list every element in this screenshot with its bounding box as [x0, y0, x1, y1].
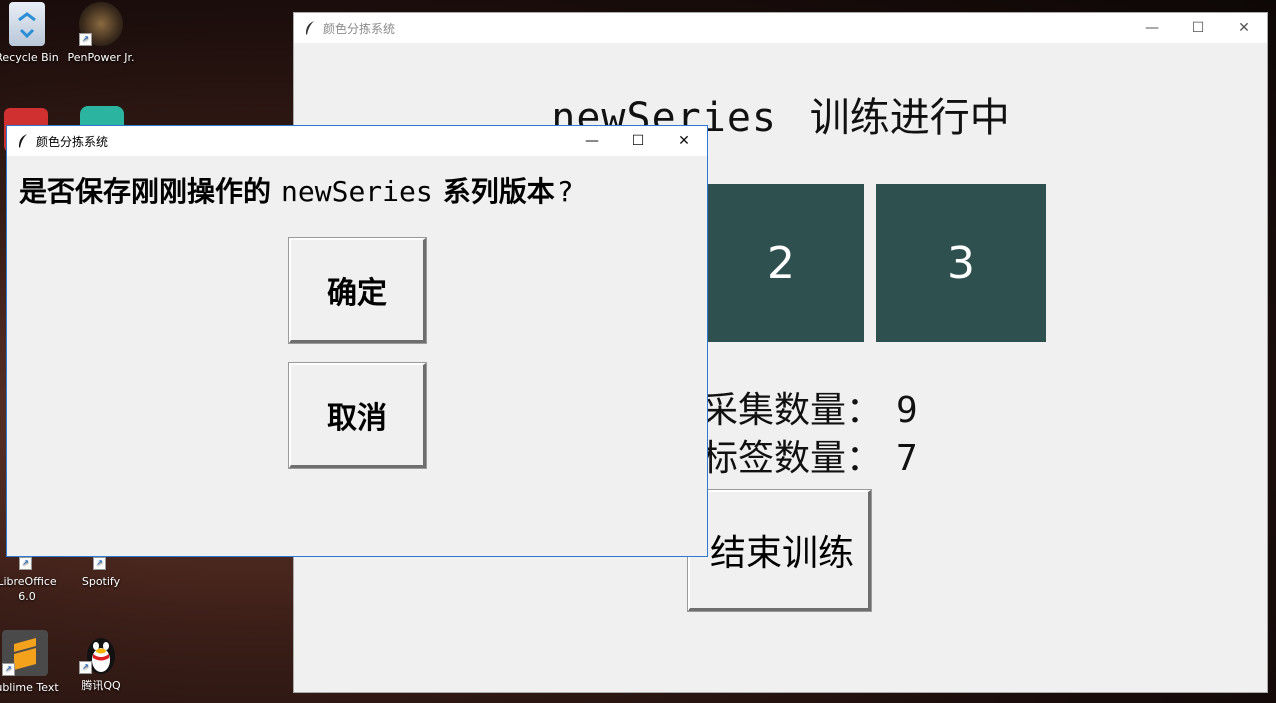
recycle-bin-icon	[9, 2, 45, 46]
collect-count-value: 9	[896, 390, 918, 431]
save-confirm-dialog: 颜色分拣系统 — ☐ ✕ 是否保存刚刚操作的 newSeries 系列版本? 确定 …	[6, 125, 708, 557]
sublime-text-icon: ↗	[2, 630, 48, 676]
tag-count-value: 7	[896, 438, 918, 479]
title-bar[interactable]: 颜色分拣系统 — ☐ ✕	[294, 13, 1267, 43]
desktop-icon-label: LibreOffice 6.0	[0, 575, 57, 603]
confirm-button[interactable]: 确定	[288, 237, 427, 344]
desktop-icon-label: PenPower Jr.	[67, 51, 135, 64]
desktop-icon-recycle-bin[interactable]: Recycle Bin	[0, 2, 64, 65]
minimize-button[interactable]: —	[1129, 13, 1175, 43]
desktop-icon-label: Recycle Bin	[0, 51, 59, 64]
maximize-button[interactable]: ☐	[1175, 13, 1221, 43]
heading-status: 训练进行中	[809, 95, 1010, 141]
minimize-button[interactable]: —	[569, 126, 615, 156]
close-button[interactable]: ✕	[1221, 13, 1267, 43]
desktop-icon-label: ublime Text	[0, 681, 59, 694]
question-prefix: 是否保存刚刚操作的	[19, 175, 272, 208]
desktop-icon-label: 腾讯QQ	[81, 679, 121, 692]
cancel-button[interactable]: 取消	[288, 362, 427, 469]
end-training-button[interactable]: 结束训练	[687, 489, 872, 612]
desktop-icon-qq[interactable]: ↗ 腾讯QQ	[64, 630, 138, 693]
qq-penguin-icon: ↗	[79, 630, 123, 674]
desktop-icon-sublime-text[interactable]: ↗ ublime Text	[0, 630, 62, 695]
question-series-name: newSeries	[281, 175, 433, 208]
feather-icon	[19, 134, 27, 148]
color-tile[interactable]: 2	[698, 184, 864, 342]
penpower-icon: ↗	[79, 2, 123, 46]
window-title: 颜色分拣系统	[36, 134, 109, 149]
feather-icon	[306, 21, 314, 35]
desktop-icon-label: Spotify	[81, 575, 121, 588]
tag-count-row: 标签数量： 7	[702, 429, 918, 481]
shortcut-arrow-icon: ↗	[93, 557, 106, 570]
shortcut-arrow-icon: ↗	[2, 663, 15, 676]
collect-count-label: 采集数量：	[702, 390, 883, 431]
tag-count-label: 标签数量：	[702, 438, 883, 479]
title-bar[interactable]: 颜色分拣系统 — ☐ ✕	[7, 126, 707, 156]
shortcut-arrow-icon: ↗	[79, 33, 92, 46]
color-tile[interactable]: 3	[876, 184, 1046, 342]
collect-count-row: 采集数量： 9	[702, 381, 918, 433]
shortcut-arrow-icon: ↗	[19, 557, 32, 570]
desktop-icon-penpower[interactable]: ↗ PenPower Jr.	[64, 2, 138, 65]
question-mark: ?	[556, 175, 574, 208]
window-title: 颜色分拣系统	[323, 21, 396, 36]
question-suffix: 系列版本	[442, 175, 555, 208]
close-button[interactable]: ✕	[661, 126, 707, 156]
shortcut-arrow-icon: ↗	[79, 661, 92, 674]
save-question: 是否保存刚刚操作的 newSeries 系列版本?	[19, 170, 574, 210]
maximize-button[interactable]: ☐	[615, 126, 661, 156]
